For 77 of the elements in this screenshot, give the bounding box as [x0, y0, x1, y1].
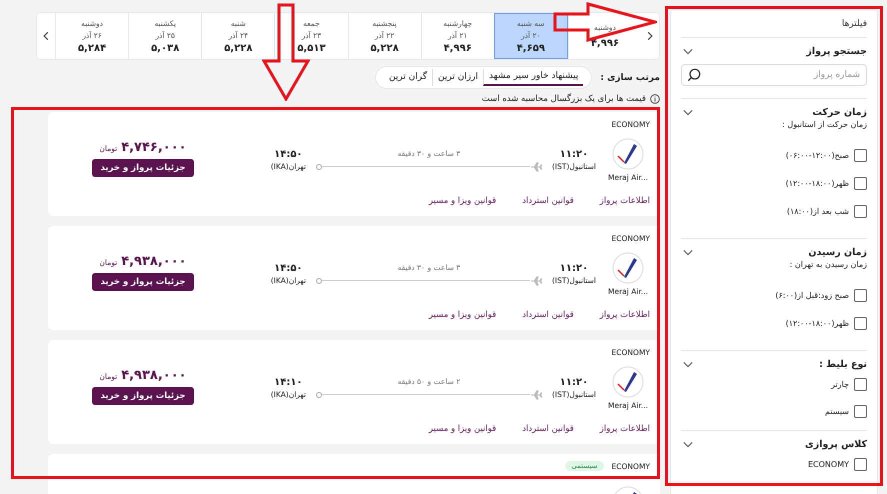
sort-option[interactable]: ارزان ترین: [432, 69, 483, 86]
destination-dot-icon: [316, 164, 322, 170]
filter-option-label: ظهر(۱۸:۰۰-۱۲:۰۰): [786, 319, 849, 328]
filter-option-label: شب بعد از(۱۸:۰۰): [786, 207, 849, 216]
flight-link[interactable]: قوانین ویزا و مسیر: [428, 310, 496, 320]
arrival-time: ۱۴:۵۰: [274, 263, 303, 274]
filter-section-title: زمان رسیدن: [808, 247, 867, 258]
flight-link[interactable]: اطلاعات پرواز: [600, 196, 650, 206]
chevron-icon[interactable]: [683, 109, 693, 116]
filter-subtitle: زمان رسیدن به تهران :: [788, 260, 867, 269]
filter-section-title: جستجو پرواز: [806, 46, 867, 57]
chevron-icon[interactable]: [683, 361, 693, 368]
ticket-price: ۴,۹۳۸,۰۰۰: [121, 368, 187, 382]
flight-link[interactable]: قوانین استرداد: [522, 310, 574, 320]
details-and-buy-button[interactable]: جزئیات پرواز و خرید: [92, 158, 194, 176]
day-price: ۵,۵۱۳: [297, 42, 326, 54]
filter-option-label: صبح زود:قبل از(۶:۰۰): [775, 291, 849, 300]
checkbox[interactable]: [854, 149, 867, 162]
search-field[interactable]: شماره پرواز: [681, 64, 867, 86]
departure-time: ۱۱:۲۰: [560, 263, 588, 274]
checkbox[interactable]: [854, 378, 867, 391]
details-and-buy-button[interactable]: جزئیات پرواز و خرید: [92, 272, 194, 290]
airline-logo-icon: [612, 138, 644, 170]
airline-logo-icon: [612, 366, 644, 398]
checkbox[interactable]: [854, 177, 867, 190]
flight-link[interactable]: اطلاعات پرواز: [600, 310, 650, 320]
flight-link[interactable]: اطلاعات پرواز: [600, 424, 650, 434]
ticket-price: ۴,۹۳۸,۰۰۰: [121, 254, 187, 268]
flight-link[interactable]: قوانین ویزا و مسیر: [428, 196, 496, 206]
chevron-left-icon: [43, 31, 49, 41]
filter-section-title: زمان حرکت: [812, 107, 867, 118]
destination-dot-icon: [316, 278, 322, 284]
checkbox[interactable]: [854, 205, 867, 218]
day-price: ۴,۹۹۶: [590, 38, 620, 49]
departure-time: ۱۱:۲۰: [560, 149, 588, 160]
chevron-icon[interactable]: [683, 249, 693, 256]
day-price: ۵,۲۲۸: [370, 42, 399, 54]
chevron-icon[interactable]: [683, 441, 693, 448]
info-icon: [650, 94, 660, 104]
day-price: ۴,۹۹۶: [444, 42, 472, 54]
day-price: ۵,۲۲۸: [224, 42, 252, 54]
flight-link[interactable]: قوانین استرداد: [522, 424, 574, 434]
details-and-buy-button[interactable]: جزئیات پرواز و خرید: [92, 386, 194, 404]
departure-time: ۱۱:۲۰: [560, 377, 588, 388]
ticket-price: ۴,۷۴۶,۰۰۰: [121, 140, 187, 154]
filter-option-label: چارتر: [831, 380, 849, 389]
checkbox[interactable]: [854, 405, 867, 418]
filter-section-title: نوع بلیط :: [819, 359, 867, 370]
destination-dot-icon: [316, 392, 322, 398]
checkbox[interactable]: [854, 289, 867, 302]
sort-label: مرتب سازی :: [600, 72, 660, 82]
airplane-icon: [530, 162, 542, 172]
airplane-icon: [530, 276, 542, 286]
airplane-icon: [530, 390, 542, 400]
checkbox[interactable]: [854, 458, 867, 471]
day-price: ۵,۲۸۴: [78, 42, 106, 54]
filter-option-label: سیستم: [825, 407, 849, 416]
filter-option-label: صبح(۱۲:۰۰-۰۶:۰۰): [786, 151, 849, 160]
filter-section-title: کلاس پروازی: [805, 439, 867, 450]
sort-option[interactable]: گران ترین: [384, 69, 432, 86]
filters-title: فیلترها: [681, 10, 867, 38]
filter-option-label: ظهر(۱۸:۰۰-۱۲:۰۰): [786, 179, 849, 188]
chevron-icon[interactable]: [683, 48, 693, 55]
flight-link[interactable]: قوانین ویزا و مسیر: [428, 424, 496, 434]
price-note: قیمت ها برای یک بزرگسال محاسبه شده است: [482, 94, 646, 104]
chevron-right-icon: [647, 31, 653, 41]
flight-link[interactable]: قوانین استرداد: [522, 196, 574, 206]
airline-logo-icon: [612, 252, 644, 284]
sort-option[interactable]: پیشنهاد خاور سیر مشهد: [483, 69, 584, 86]
day-price: ۵,۰۳۸: [151, 42, 180, 54]
filter-option-label: ECONOMY: [808, 460, 849, 469]
day-price: ۴,۶۵۹: [516, 42, 545, 54]
arrival-time: ۱۴:۱۰: [274, 377, 303, 388]
search-icon: [687, 68, 701, 82]
checkbox[interactable]: [854, 317, 867, 330]
arrival-time: ۱۴:۵۰: [274, 149, 303, 160]
filter-subtitle: زمان حرکت از استانبول :: [781, 120, 867, 129]
